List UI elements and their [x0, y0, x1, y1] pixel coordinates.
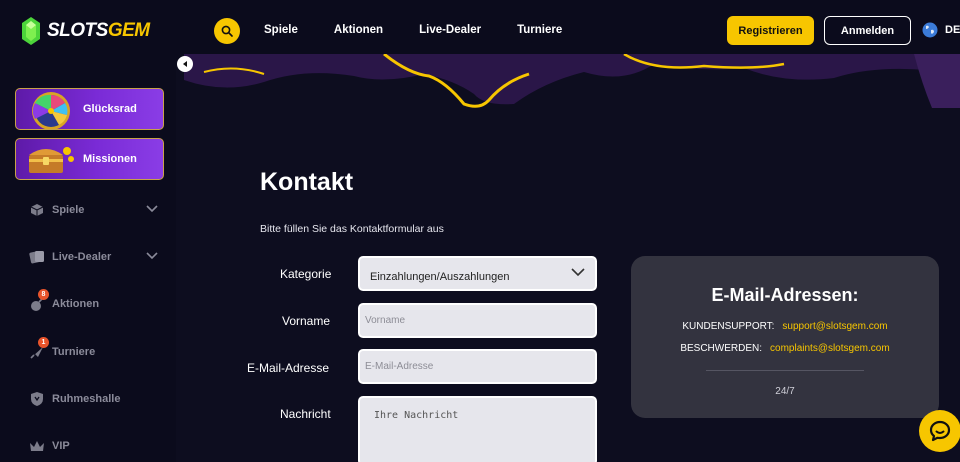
cube-icon	[28, 201, 46, 219]
email-field-wrapper	[358, 349, 597, 384]
email-addresses-card: E-Mail-Adressen: KUNDENSUPPORT: support@s…	[631, 256, 939, 418]
crown-icon	[28, 437, 46, 455]
email-field[interactable]	[360, 351, 595, 382]
sidebar-item-spiele[interactable]: Spiele	[28, 201, 158, 219]
chevron-down-icon	[571, 268, 585, 277]
sidebar-item-vip[interactable]: VIP	[28, 437, 70, 455]
sidebar-item-label: Aktionen	[52, 298, 100, 310]
email-label: E-Mail-Adresse	[247, 361, 330, 375]
sidebar-item-label: Spiele	[52, 204, 85, 216]
sidebar-item-label: VIP	[52, 440, 70, 452]
chevron-down-icon	[146, 205, 158, 213]
category-label: Kategorie	[280, 267, 332, 281]
nav-item-live-dealer[interactable]: Live-Dealer	[419, 24, 481, 36]
cards-icon	[28, 248, 46, 266]
search-icon	[221, 25, 233, 37]
category-select[interactable]: Einzahlungen/Auszahlungen	[358, 256, 597, 291]
promo-label: Glücksrad	[83, 103, 137, 115]
live-chat-button[interactable]	[919, 410, 960, 452]
sidebar-collapse-button[interactable]	[177, 56, 193, 72]
card-title: E-Mail-Adressen:	[711, 285, 859, 305]
sidebar-item-label: Turniere	[52, 346, 96, 358]
sidebar-item-turniere[interactable]: 1 Turniere	[28, 337, 96, 361]
firstname-field[interactable]	[360, 305, 595, 336]
nav-item-aktionen[interactable]: Aktionen	[334, 24, 383, 36]
promo-missionen[interactable]: Missionen	[15, 138, 164, 180]
sidebar: Glücksrad Missionen Spiele Live-Dealer 8	[0, 62, 176, 462]
register-button[interactable]: Registrieren	[727, 16, 814, 45]
sidebar-item-live-dealer[interactable]: Live-Dealer	[28, 248, 158, 266]
support-email-link[interactable]: support@slotsgem.com	[782, 321, 887, 332]
bomb-icon: 8	[28, 289, 49, 313]
divider	[706, 370, 864, 371]
sidebar-item-aktionen[interactable]: 8 Aktionen	[28, 289, 100, 313]
wheel-of-fortune-icon	[32, 92, 70, 129]
category-value: Einzahlungen/Auszahlungen	[370, 271, 510, 283]
globe-icon	[922, 22, 938, 38]
sidebar-item-label: Ruhmeshalle	[52, 393, 121, 405]
message-field-wrapper	[358, 396, 597, 462]
banner-artwork	[184, 54, 960, 108]
login-button[interactable]: Anmelden	[824, 16, 911, 45]
promo-gluecksrad[interactable]: Glücksrad	[15, 88, 164, 130]
top-bar: SLOTSGEM Spiele Aktionen Live-Dealer Tur…	[0, 0, 960, 62]
nav-item-spiele[interactable]: Spiele	[264, 24, 298, 36]
shield-icon	[28, 390, 46, 408]
hero-banner	[184, 54, 960, 108]
language-selector[interactable]: DE	[922, 22, 960, 38]
logo[interactable]: SLOTSGEM	[22, 17, 150, 45]
firstname-field-wrapper	[358, 303, 597, 338]
sidebar-item-label: Live-Dealer	[52, 251, 112, 263]
firstname-label: Vorname	[282, 314, 331, 328]
support-hours: 24/7	[775, 386, 795, 397]
page-subtitle: Bitte füllen Sie das Kontaktformular aus	[260, 223, 444, 235]
logo-text: SLOTSGEM	[47, 20, 150, 41]
message-label: Nachricht	[280, 407, 331, 421]
support-row: KUNDENSUPPORT: support@slotsgem.com	[631, 321, 939, 332]
page-title: Kontakt	[260, 168, 354, 196]
nav-item-turniere[interactable]: Turniere	[517, 24, 562, 36]
chevron-left-icon	[183, 61, 187, 67]
chevron-down-icon	[146, 252, 158, 260]
support-key: KUNDENSUPPORT:	[682, 321, 775, 332]
main-nav: Spiele Aktionen Live-Dealer Turniere	[264, 24, 562, 36]
search-button[interactable]	[214, 18, 240, 44]
message-field[interactable]	[360, 398, 595, 462]
language-label: DE	[945, 24, 960, 36]
complaints-key: BESCHWERDEN:	[680, 343, 763, 354]
sidebar-item-ruhmeshalle[interactable]: Ruhmeshalle	[28, 390, 120, 408]
complaints-email-link[interactable]: complaints@slotsgem.com	[770, 343, 890, 354]
rocket-icon: 1	[28, 337, 49, 361]
gem-icon	[22, 17, 40, 45]
chat-bubble-icon	[929, 420, 951, 442]
notification-badge: 1	[38, 337, 49, 348]
complaints-row: BESCHWERDEN: complaints@slotsgem.com	[631, 343, 939, 354]
notification-badge: 8	[38, 289, 49, 300]
treasure-chest-icon	[29, 147, 74, 173]
promo-label: Missionen	[83, 153, 137, 165]
